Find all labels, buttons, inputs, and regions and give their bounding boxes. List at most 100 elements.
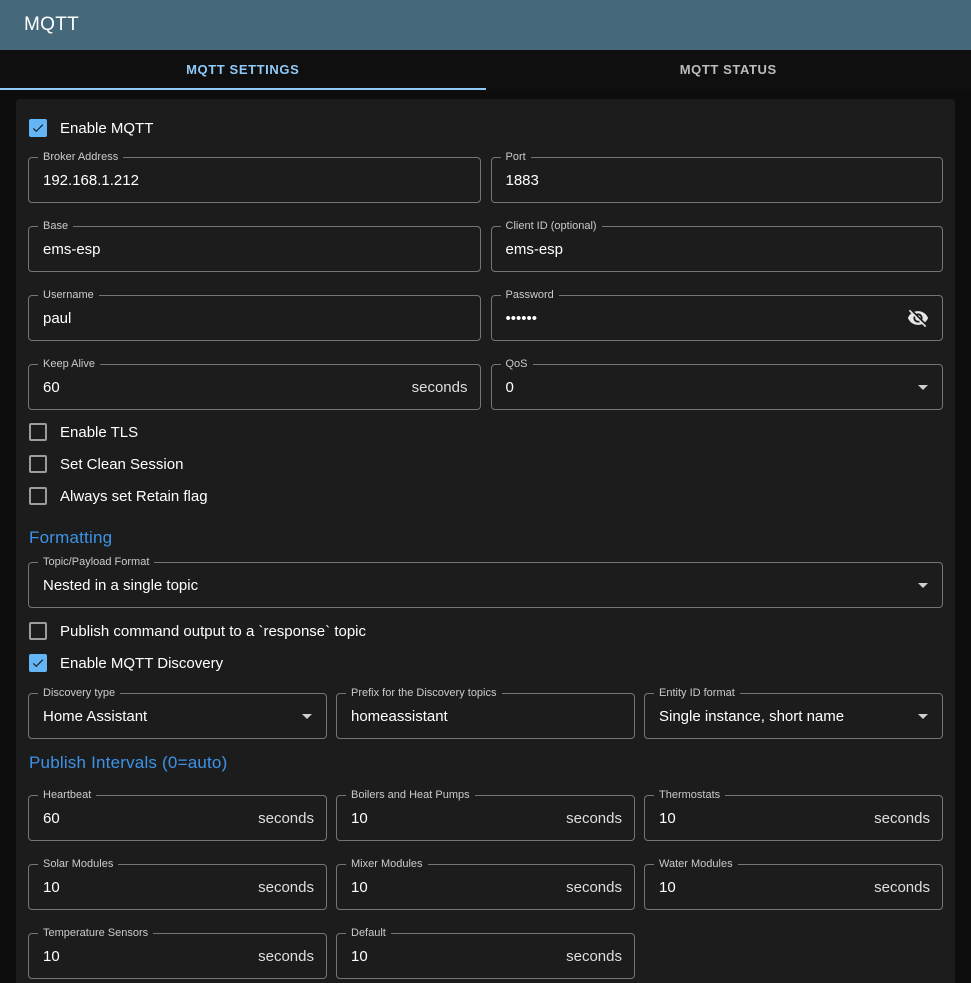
checkbox-unchecked-icon[interactable] xyxy=(29,423,47,441)
page-title: MQTT xyxy=(24,14,79,36)
broker-address-input[interactable] xyxy=(43,172,468,189)
password-input[interactable] xyxy=(506,310,907,327)
keep-alive-field: Keep Alive seconds xyxy=(28,364,481,410)
field-label: Client ID (optional) xyxy=(501,220,602,233)
field-label: QoS xyxy=(501,358,533,371)
checkbox-label: Always set Retain flag xyxy=(60,488,208,505)
publish-response-checkbox-row[interactable]: Publish command output to a `response` t… xyxy=(28,615,943,647)
formatting-section-heading: Formatting xyxy=(29,528,943,548)
seconds-suffix: seconds xyxy=(866,810,930,827)
field-label: Entity ID format xyxy=(654,687,740,700)
retain-flag-checkbox-row[interactable]: Always set Retain flag xyxy=(28,480,943,512)
checkbox-label: Enable MQTT xyxy=(60,120,153,137)
check-icon xyxy=(31,656,45,670)
heartbeat-interval-input[interactable] xyxy=(43,810,250,827)
seconds-suffix: seconds xyxy=(250,810,314,827)
enable-discovery-checkbox-row[interactable]: Enable MQTT Discovery xyxy=(28,647,943,679)
app-bar: MQTT xyxy=(0,0,971,50)
checkbox-label: Enable TLS xyxy=(60,424,138,441)
checkbox-unchecked-icon[interactable] xyxy=(29,455,47,473)
boilers-interval-input[interactable] xyxy=(351,810,558,827)
field-label: Topic/Payload Format xyxy=(38,556,154,569)
password-field: Password xyxy=(491,295,944,341)
qos-select[interactable]: QoS 0 xyxy=(491,364,944,410)
checkbox-label: Set Clean Session xyxy=(60,456,183,473)
field-label: Keep Alive xyxy=(38,358,100,371)
field-label: Default xyxy=(346,927,391,940)
username-input[interactable] xyxy=(43,310,468,327)
heartbeat-interval-field: Heartbeat seconds xyxy=(28,795,327,841)
discovery-type-selected-value: Home Assistant xyxy=(43,708,302,725)
discovery-prefix-input[interactable] xyxy=(351,708,622,725)
qos-selected-value: 0 xyxy=(506,379,919,396)
water-interval-field: Water Modules seconds xyxy=(644,864,943,910)
temperature-interval-field: Temperature Sensors seconds xyxy=(28,933,327,979)
solar-interval-field: Solar Modules seconds xyxy=(28,864,327,910)
enable-mqtt-checkbox-row[interactable]: Enable MQTT xyxy=(28,109,943,149)
dropdown-arrow-icon xyxy=(302,714,312,719)
toggle-password-visibility-button[interactable] xyxy=(906,306,930,330)
field-label: Heartbeat xyxy=(38,789,96,802)
dropdown-arrow-icon xyxy=(918,583,928,588)
thermostats-interval-field: Thermostats seconds xyxy=(644,795,943,841)
base-input[interactable] xyxy=(43,241,468,258)
publish-intervals-section-heading: Publish Intervals (0=auto) xyxy=(29,753,943,773)
field-label: Boilers and Heat Pumps xyxy=(346,789,475,802)
field-label: Solar Modules xyxy=(38,858,118,871)
field-label: Prefix for the Discovery topics xyxy=(346,687,502,700)
visibility-off-icon xyxy=(907,307,929,329)
entity-id-format-select[interactable]: Entity ID format Single instance, short … xyxy=(644,693,943,739)
field-label: Password xyxy=(501,289,559,302)
username-field: Username xyxy=(28,295,481,341)
default-interval-input[interactable] xyxy=(351,948,558,965)
field-label: Broker Address xyxy=(38,151,123,164)
seconds-suffix: seconds xyxy=(866,879,930,896)
client-id-field: Client ID (optional) xyxy=(491,226,944,272)
field-label: Base xyxy=(38,220,73,233)
thermostats-interval-input[interactable] xyxy=(659,810,866,827)
broker-address-field: Broker Address xyxy=(28,157,481,203)
seconds-suffix: seconds xyxy=(558,810,622,827)
field-label: Water Modules xyxy=(654,858,738,871)
dropdown-arrow-icon xyxy=(918,385,928,390)
checkbox-label: Publish command output to a `response` t… xyxy=(60,623,366,640)
mixer-interval-field: Mixer Modules seconds xyxy=(336,864,635,910)
seconds-suffix: seconds xyxy=(404,379,468,396)
entity-format-selected-value: Single instance, short name xyxy=(659,708,918,725)
discovery-type-select[interactable]: Discovery type Home Assistant xyxy=(28,693,327,739)
port-input[interactable] xyxy=(506,172,931,189)
field-label: Temperature Sensors xyxy=(38,927,153,940)
checkbox-checked-icon[interactable] xyxy=(29,119,47,137)
field-label: Discovery type xyxy=(38,687,120,700)
enable-tls-checkbox-row[interactable]: Enable TLS xyxy=(28,416,943,448)
client-id-input[interactable] xyxy=(506,241,931,258)
tab-mqtt-settings[interactable]: MQTT SETTINGS xyxy=(0,50,486,90)
solar-interval-input[interactable] xyxy=(43,879,250,896)
field-label: Mixer Modules xyxy=(346,858,428,871)
mqtt-settings-panel: Enable MQTT Broker Address Port Base Cli… xyxy=(16,99,955,983)
base-field: Base xyxy=(28,226,481,272)
seconds-suffix: seconds xyxy=(558,879,622,896)
topic-payload-format-select[interactable]: Topic/Payload Format Nested in a single … xyxy=(28,562,943,608)
dropdown-arrow-icon xyxy=(918,714,928,719)
default-interval-field: Default seconds xyxy=(336,933,635,979)
checkbox-unchecked-icon[interactable] xyxy=(29,487,47,505)
check-icon xyxy=(31,121,45,135)
checkbox-checked-icon[interactable] xyxy=(29,654,47,672)
checkbox-label: Enable MQTT Discovery xyxy=(60,655,223,672)
topic-format-selected-value: Nested in a single topic xyxy=(43,577,918,594)
boilers-interval-field: Boilers and Heat Pumps seconds xyxy=(336,795,635,841)
tab-bar: MQTT SETTINGS MQTT STATUS xyxy=(0,50,971,90)
seconds-suffix: seconds xyxy=(250,879,314,896)
tab-mqtt-status[interactable]: MQTT STATUS xyxy=(486,50,971,90)
discovery-prefix-field: Prefix for the Discovery topics xyxy=(336,693,635,739)
temperature-interval-input[interactable] xyxy=(43,948,250,965)
checkbox-unchecked-icon[interactable] xyxy=(29,622,47,640)
seconds-suffix: seconds xyxy=(558,948,622,965)
port-field: Port xyxy=(491,157,944,203)
field-label: Port xyxy=(501,151,531,164)
keep-alive-input[interactable] xyxy=(43,379,404,396)
water-interval-input[interactable] xyxy=(659,879,866,896)
clean-session-checkbox-row[interactable]: Set Clean Session xyxy=(28,448,943,480)
mixer-interval-input[interactable] xyxy=(351,879,558,896)
